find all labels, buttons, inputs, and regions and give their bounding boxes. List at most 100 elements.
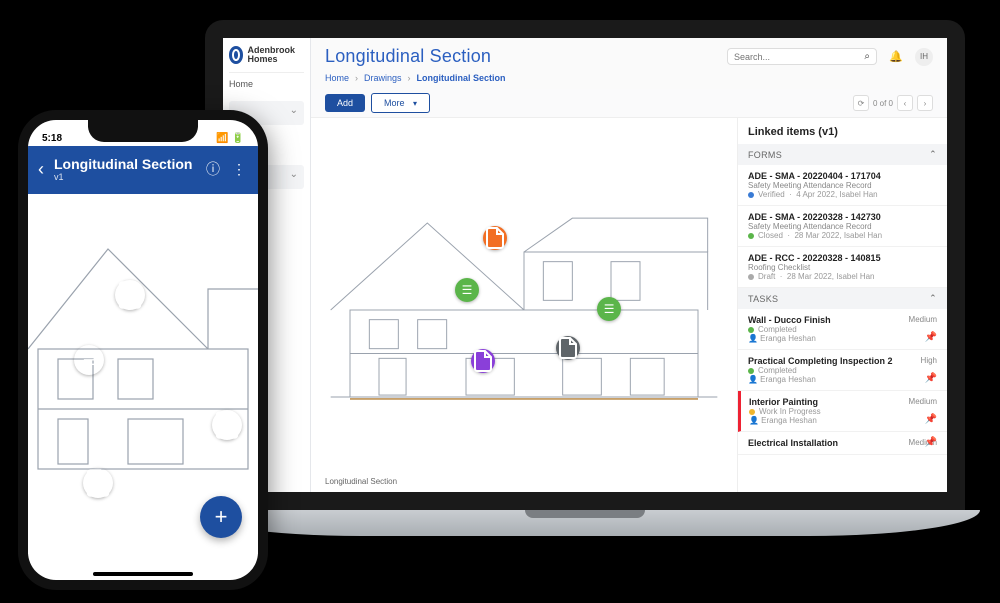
avatar[interactable]: IH — [915, 48, 933, 66]
status-time: 5:18 — [42, 133, 62, 144]
form-meta: Closed · 28 Mar 2022, Isabel Han — [748, 231, 937, 240]
task-status: Work In Progress — [749, 407, 937, 416]
mobile-pin-gray[interactable] — [212, 410, 242, 440]
form-meta: Verified · 4 Apr 2022, Isabel Han — [748, 190, 937, 199]
pin-green-2[interactable]: ☰ — [597, 297, 621, 321]
mobile-pin-green[interactable]: ☰ — [74, 345, 104, 375]
mobile-canvas[interactable]: ☰ + — [28, 194, 258, 554]
drawing-canvas[interactable]: ☰ ☰ Longitudinal Section — [311, 118, 737, 492]
blueprint-svg — [321, 148, 727, 472]
phone-notch — [88, 120, 198, 142]
status-dot-icon — [748, 233, 754, 239]
home-indicator — [93, 572, 193, 576]
status-icons: 📶 🔋 — [216, 133, 244, 144]
brand-logo-icon — [229, 46, 243, 64]
status-dot-icon — [748, 368, 754, 374]
search-icon: ⌕ — [864, 51, 870, 62]
linked-panel: Linked items (v1) FORMS ⌃ ADE - SMA - 20… — [737, 118, 947, 492]
linked-title: Linked items (v1) — [738, 118, 947, 144]
form-item[interactable]: ADE - SMA - 20220328 - 142730 Safety Mee… — [738, 206, 947, 247]
sidebar-item-home[interactable]: Home — [229, 72, 304, 95]
form-title: ADE - RCC - 20220328 - 140815 — [748, 253, 937, 263]
task-priority: Medium — [909, 315, 937, 324]
phone-device: 5:18 📶 🔋 ‹ Longitudinal Section v1 ⓘ ⋮ — [18, 110, 268, 590]
status-dot-icon — [748, 274, 754, 280]
chevron-right-icon: › — [355, 73, 358, 83]
chevron-up-icon: ⌃ — [929, 293, 937, 304]
search-input[interactable] — [734, 52, 864, 62]
status-dot-icon — [748, 192, 754, 198]
kebab-icon[interactable]: ⋮ — [232, 161, 248, 178]
form-item[interactable]: ADE - SMA - 20220404 - 171704 Safety Mee… — [738, 165, 947, 206]
history-icon[interactable]: ⟳ — [853, 95, 869, 111]
pin-purple[interactable] — [471, 349, 495, 373]
chevron-up-icon: ⌃ — [929, 149, 937, 160]
fab-add-button[interactable]: + — [200, 496, 242, 538]
task-item[interactable]: High Practical Completing Inspection 2 C… — [738, 350, 947, 391]
form-subtitle: Safety Meeting Attendance Record — [748, 181, 937, 190]
add-button[interactable]: Add — [325, 94, 365, 112]
task-assignee: 👤 Eranga Heshan — [748, 334, 937, 343]
crumb-current: Longitudinal Section — [417, 73, 506, 83]
forms-label: FORMS — [748, 150, 782, 160]
search-box[interactable]: ⌕ — [727, 48, 877, 65]
chevron-right-icon: › — [408, 73, 411, 83]
task-item[interactable]: Medium Wall - Ducco Finish Completed 👤 E… — [738, 309, 947, 350]
laptop-screen: Adenbrook Homes Home Longitudinal Sectio… — [205, 20, 965, 510]
page-title: Longitudinal Section — [325, 46, 717, 67]
pin-orange[interactable] — [483, 226, 507, 250]
pin-icon[interactable]: 📌 — [925, 414, 937, 425]
forms-header[interactable]: FORMS ⌃ — [738, 144, 947, 165]
more-button[interactable]: More ▾ — [371, 93, 430, 113]
brand-name: Adenbrook Homes — [247, 46, 304, 64]
canvas-caption: Longitudinal Section — [325, 477, 397, 486]
task-title: Practical Completing Inspection 2 — [748, 356, 937, 366]
pin-icon[interactable]: 📌 — [925, 437, 937, 448]
form-subtitle: Roofing Checklist — [748, 263, 937, 272]
task-item[interactable]: Medium Electrical Installation 📌 — [738, 432, 947, 455]
task-status: Completed — [748, 366, 937, 375]
toolbar-right: ⟳ 0 of 0 ‹ › — [853, 95, 933, 111]
mobile-title-text: Longitudinal Section — [54, 156, 192, 172]
header: Longitudinal Section ⌕ 🔔 IH — [311, 38, 947, 73]
status-dot-icon — [748, 327, 754, 333]
form-subtitle: Safety Meeting Attendance Record — [748, 222, 937, 231]
laptop-device: Adenbrook Homes Home Longitudinal Sectio… — [190, 20, 980, 580]
form-title: ADE - SMA - 20220328 - 142730 — [748, 212, 937, 222]
crumb-home[interactable]: Home — [325, 73, 349, 83]
main-area: Longitudinal Section ⌕ 🔔 IH Home › Drawi… — [311, 38, 947, 492]
form-meta: Draft · 28 Mar 2022, Isabel Han — [748, 272, 937, 281]
content: ☰ ☰ Longitudinal Section Linked — [311, 118, 947, 492]
task-assignee: 👤 Eranga Heshan — [748, 375, 937, 384]
pin-icon[interactable]: 📌 — [925, 373, 937, 384]
tasks-label: TASKS — [748, 294, 778, 304]
task-assignee: 👤 Eranga Heshan — [749, 416, 937, 425]
pin-green-1[interactable]: ☰ — [455, 278, 479, 302]
crumb-drawings[interactable]: Drawings — [364, 73, 402, 83]
bell-icon[interactable]: 🔔 — [887, 48, 905, 66]
mobile-subtitle: v1 — [54, 172, 196, 182]
desktop-app: Adenbrook Homes Home Longitudinal Sectio… — [223, 38, 947, 492]
pin-icon[interactable]: 📌 — [925, 332, 937, 343]
phone-screen: 5:18 📶 🔋 ‹ Longitudinal Section v1 ⓘ ⋮ — [28, 120, 258, 580]
breadcrumb: Home › Drawings › Longitudinal Section — [311, 73, 947, 89]
task-priority: High — [921, 356, 937, 365]
pager-next[interactable]: › — [917, 95, 933, 111]
mobile-pin-orange[interactable] — [115, 280, 145, 310]
laptop-hinge — [525, 510, 645, 518]
drawing: ☰ ☰ — [321, 148, 727, 472]
task-item[interactable]: Medium Interior Painting Work In Progres… — [738, 391, 947, 432]
mobile-pin-purple[interactable] — [83, 468, 113, 498]
form-item[interactable]: ADE - RCC - 20220328 - 140815 Roofing Ch… — [738, 247, 947, 288]
chevron-down-icon: ▾ — [413, 99, 417, 108]
tasks-header[interactable]: TASKS ⌃ — [738, 288, 947, 309]
pin-gray[interactable] — [556, 336, 580, 360]
back-icon[interactable]: ‹ — [38, 159, 44, 180]
pager-prev[interactable]: ‹ — [897, 95, 913, 111]
brand[interactable]: Adenbrook Homes — [229, 42, 304, 72]
status-dot-icon — [749, 409, 755, 415]
laptop-base — [190, 510, 980, 536]
form-title: ADE - SMA - 20220404 - 171704 — [748, 171, 937, 181]
info-icon[interactable]: ⓘ — [206, 159, 222, 179]
pager: ⟳ 0 of 0 ‹ › — [853, 95, 933, 111]
